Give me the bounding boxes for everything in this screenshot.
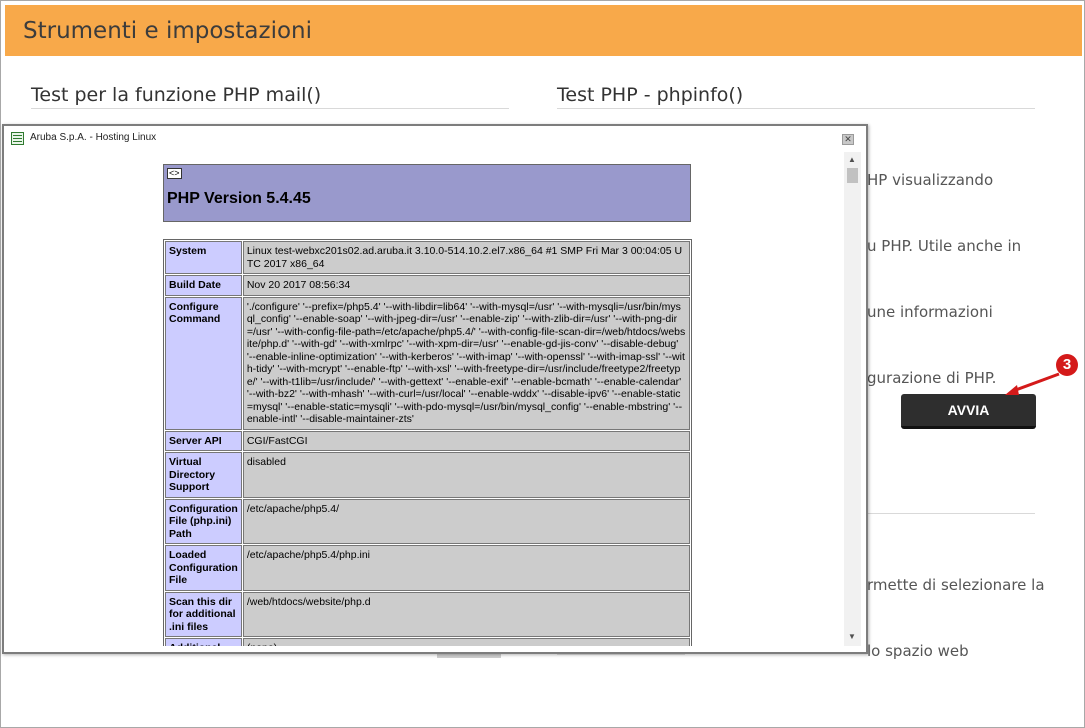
info-key: Scan this dir for additional .ini files <box>165 591 242 637</box>
phpinfo-popup-window: Aruba S.p.A. - Hosting Linux ✕ <> PHP Ve… <box>2 124 868 654</box>
scroll-thumb[interactable] <box>847 168 858 183</box>
table-row: Configuration File (php.ini) Path /etc/a… <box>165 498 690 544</box>
version-select-description-line: lo spazio web <box>867 642 969 660</box>
table-row: Configure Command './configure' '--prefi… <box>165 296 690 430</box>
version-select-description-line: rmette di selezionare la <box>867 576 1045 594</box>
info-key: Configure Command <box>165 296 242 430</box>
popup-titlebar[interactable]: Aruba S.p.A. - Hosting Linux ✕ <box>4 126 866 152</box>
page-frame: Strumenti e impostazioni Test per la fun… <box>0 0 1085 728</box>
info-key: Virtual Directory Support <box>165 452 242 498</box>
php-version-title: PHP Version 5.4.45 <box>167 190 311 207</box>
info-key: Build Date <box>165 275 242 296</box>
popup-window-title: Aruba S.p.A. - Hosting Linux <box>30 132 157 143</box>
php-version-header: <> PHP Version 5.4.45 <box>163 164 691 222</box>
info-value: disabled <box>242 452 690 498</box>
info-key: Configuration File (php.ini) Path <box>165 498 242 544</box>
scroll-up-icon[interactable]: ▲ <box>848 155 856 164</box>
avvia-button[interactable]: AVVIA <box>901 394 1036 429</box>
info-value: /web/htdocs/website/php.d <box>242 591 690 637</box>
phpinfo-divider <box>557 108 1035 109</box>
info-key: Loaded Configuration File <box>165 545 242 591</box>
info-value: Linux test-webxc201s02.ad.aruba.it 3.10.… <box>242 241 690 274</box>
phpinfo-description-line: u PHP. Utile anche in <box>867 237 1022 255</box>
info-value: Nov 20 2017 08:56:34 <box>242 275 690 296</box>
table-row: Build Date Nov 20 2017 08:56:34 <box>165 275 690 296</box>
info-value: /etc/apache/php5.4/php.ini <box>242 545 690 591</box>
table-row: Additional .ini files parsed (none) <box>165 638 690 646</box>
window-app-icon <box>11 132 24 145</box>
phpinfo-description-line: une informazioni <box>867 303 993 321</box>
php-info-table: System Linux test-webxc201s02.ad.aruba.i… <box>163 239 692 646</box>
page-header: Strumenti e impostazioni <box>5 5 1082 56</box>
page-title: Strumenti e impostazioni <box>23 18 313 44</box>
version-select-description: rmette di selezionare la lo spazio web <box>867 530 1045 706</box>
php-logo-icon: <> <box>167 168 182 179</box>
table-row: Scan this dir for additional .ini files … <box>165 591 690 637</box>
phpinfo-title: Test PHP - phpinfo() <box>557 84 744 106</box>
info-key: System <box>165 241 242 274</box>
scroll-down-icon[interactable]: ▼ <box>848 632 856 641</box>
table-row: System Linux test-webxc201s02.ad.aruba.i… <box>165 241 690 274</box>
table-row: Virtual Directory Support disabled <box>165 452 690 498</box>
phpinfo-description-line: HP visualizzando <box>867 171 994 189</box>
popup-scrollbar[interactable]: ▲ ▼ <box>844 152 861 646</box>
step-arrow-icon <box>1005 372 1060 395</box>
mail-test-divider <box>31 108 509 109</box>
info-key: Server API <box>165 430 242 451</box>
table-row: Server API CGI/FastCGI <box>165 430 690 451</box>
step-badge: 3 <box>1056 354 1078 376</box>
info-value: (none) <box>242 638 690 646</box>
mail-test-title: Test per la funzione PHP mail() <box>31 84 322 106</box>
info-value: './configure' '--prefix=/php5.4' '--with… <box>242 296 690 430</box>
table-row: Loaded Configuration File /etc/apache/ph… <box>165 545 690 591</box>
popup-content: <> PHP Version 5.4.45 System Linux test-… <box>10 152 842 646</box>
info-key: Additional .ini files parsed <box>165 638 242 646</box>
close-icon[interactable]: ✕ <box>842 134 854 145</box>
info-value: CGI/FastCGI <box>242 430 690 451</box>
info-value: /etc/apache/php5.4/ <box>242 498 690 544</box>
